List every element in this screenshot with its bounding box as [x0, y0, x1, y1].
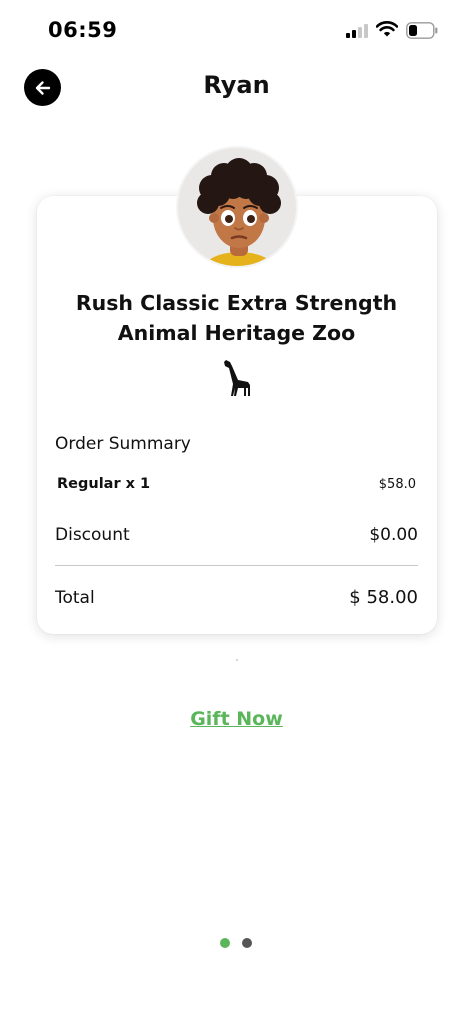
total-label: Total	[55, 588, 95, 608]
regular-line-item: Regular x 1 $58.0	[55, 476, 418, 492]
discount-row: Discount $0.00	[55, 525, 418, 545]
cellular-signal-icon	[346, 24, 370, 38]
status-time: 06:59	[48, 18, 118, 42]
gift-now-link[interactable]: Gift Now	[0, 708, 473, 730]
page-dot-inactive[interactable]	[242, 938, 252, 948]
battery-icon	[406, 22, 438, 39]
avatar	[176, 146, 298, 268]
page-title: Ryan	[203, 71, 270, 99]
regular-item-label: Regular x 1	[57, 476, 151, 492]
header: Ryan	[0, 60, 473, 118]
discount-value: $0.00	[369, 525, 418, 545]
decorative-dot	[236, 659, 238, 661]
page-indicator	[220, 938, 254, 948]
order-summary-label: Order Summary	[55, 434, 191, 454]
discount-label: Discount	[55, 525, 130, 545]
giraffe-icon	[224, 360, 250, 396]
status-bar: 06:59	[0, 0, 473, 60]
divider	[55, 565, 418, 566]
total-row: Total $ 58.00	[55, 587, 418, 608]
wifi-icon	[376, 21, 398, 37]
regular-item-price: $58.0	[378, 477, 416, 492]
product-title: Rush Classic Extra Strength Animal Herit…	[75, 291, 398, 345]
page-dot-active[interactable]	[220, 938, 230, 948]
avatar-illustration	[197, 158, 281, 266]
total-value: $ 58.00	[349, 587, 418, 608]
